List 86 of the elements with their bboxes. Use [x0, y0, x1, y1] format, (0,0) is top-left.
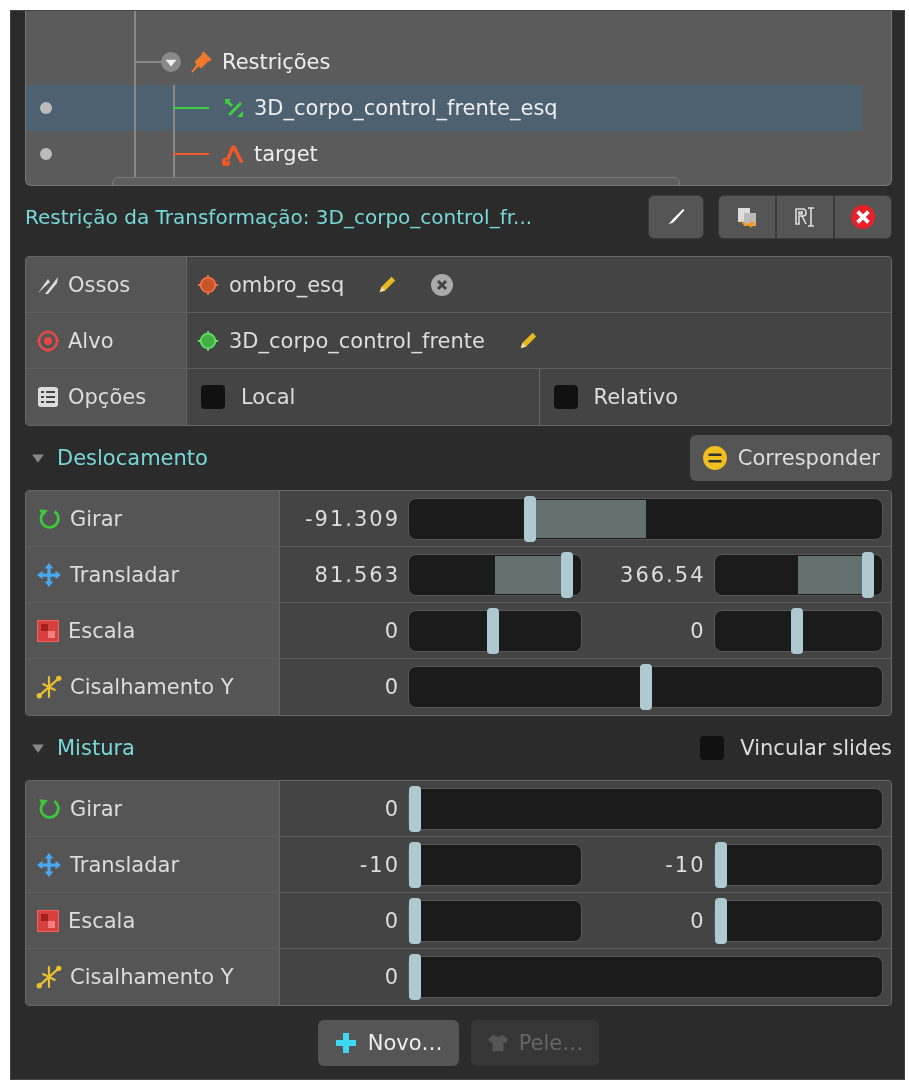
- slider-thumb[interactable]: [714, 841, 727, 888]
- slider[interactable]: [713, 899, 883, 942]
- slider[interactable]: [713, 553, 883, 596]
- target-icon: [36, 328, 60, 353]
- slider-thumb[interactable]: [487, 607, 500, 654]
- copy-button[interactable]: [718, 195, 776, 239]
- target-name: 3D_corpo_control_frente: [229, 328, 485, 353]
- constraint-title: Restrição da Transformação: 3D_corpo_control_fr...: [25, 205, 534, 229]
- transform-constraint-icon: [222, 96, 246, 120]
- row-label: Escala: [68, 908, 136, 933]
- new-button[interactable]: Novo…: [317, 1020, 459, 1066]
- value-field[interactable]: -10: [581, 852, 714, 877]
- move-icon: [36, 561, 62, 588]
- checkbox-label[interactable]: Relativo: [593, 385, 679, 409]
- slider-thumb[interactable]: [409, 954, 421, 1000]
- bone-target-icon: [197, 273, 219, 296]
- list-icon: [36, 385, 60, 409]
- value-field[interactable]: 0: [280, 618, 408, 643]
- close-icon: [850, 204, 876, 230]
- slider[interactable]: [408, 843, 582, 886]
- value-field[interactable]: -91.309: [280, 506, 408, 531]
- equals-icon: [701, 445, 728, 471]
- checkbox[interactable]: [553, 385, 578, 409]
- value-field[interactable]: 0: [280, 675, 408, 699]
- match-button[interactable]: Corresponder: [689, 435, 892, 481]
- value-field[interactable]: 0: [280, 796, 408, 821]
- value-field[interactable]: -10: [280, 852, 408, 877]
- slider[interactable]: [408, 666, 883, 708]
- slider[interactable]: [408, 497, 883, 540]
- checkbox[interactable]: [700, 736, 725, 760]
- slider-thumb[interactable]: [862, 551, 875, 598]
- row-label: Cisalhamento Y: [70, 965, 234, 989]
- slider-thumb[interactable]: [714, 897, 727, 944]
- row-label: Ossos: [68, 272, 131, 297]
- visibility-dot-icon[interactable]: [40, 102, 52, 114]
- slider-thumb[interactable]: [790, 607, 803, 654]
- visibility-dot-icon[interactable]: [40, 148, 52, 160]
- row-label: Transladar: [70, 852, 180, 877]
- slider[interactable]: [408, 609, 582, 652]
- checkbox-label[interactable]: Local: [241, 385, 296, 409]
- value-field[interactable]: 0: [280, 908, 408, 933]
- slider[interactable]: [408, 956, 883, 998]
- pin-icon: [188, 49, 214, 75]
- slider[interactable]: [408, 553, 582, 596]
- checkbox[interactable]: [201, 385, 225, 409]
- rename-button[interactable]: [776, 195, 834, 239]
- value-field[interactable]: 0: [280, 965, 408, 989]
- move-icon: [36, 851, 62, 878]
- slider[interactable]: [408, 899, 582, 942]
- value-field[interactable]: 81.563: [280, 562, 408, 587]
- scale-icon: [36, 618, 60, 643]
- section-title[interactable]: Mistura: [57, 736, 135, 760]
- tree-item-label[interactable]: Restrições: [222, 50, 331, 74]
- bone-target-icon: [197, 329, 219, 352]
- shirt-icon: [486, 1032, 509, 1054]
- row-label: Girar: [70, 796, 123, 821]
- slider-thumb[interactable]: [409, 897, 421, 944]
- row-label: Alvo: [68, 328, 114, 353]
- row-label: Girar: [70, 506, 123, 531]
- row-label: Transladar: [70, 562, 180, 587]
- slider-thumb[interactable]: [409, 785, 421, 832]
- row-label: Opções: [68, 385, 147, 409]
- target-constraint-icon: [222, 142, 246, 166]
- slider[interactable]: [713, 843, 883, 886]
- checkbox-label[interactable]: Vincular slides: [740, 736, 892, 760]
- scale-icon: [36, 908, 60, 933]
- slider[interactable]: [408, 787, 883, 830]
- bone-name: ombro_esq: [229, 272, 345, 297]
- slider[interactable]: [713, 609, 883, 652]
- brush-button[interactable]: [648, 195, 704, 239]
- section-title[interactable]: Deslocamento: [57, 446, 208, 470]
- slider-thumb[interactable]: [524, 495, 537, 542]
- copy-icon: [735, 205, 759, 229]
- value-field[interactable]: 0: [581, 908, 714, 933]
- slider-thumb[interactable]: [409, 841, 421, 888]
- delete-button[interactable]: [834, 195, 892, 239]
- row-label: Escala: [68, 618, 136, 643]
- value-field[interactable]: 0: [581, 618, 714, 643]
- shear-icon: [36, 674, 62, 700]
- rename-icon: [793, 205, 817, 229]
- row-label: Cisalhamento Y: [70, 675, 234, 699]
- shear-icon: [36, 964, 62, 990]
- value-field[interactable]: 366.54: [581, 562, 714, 587]
- slider-thumb[interactable]: [639, 664, 652, 710]
- plus-icon: [333, 1031, 358, 1055]
- clear-icon[interactable]: [430, 272, 455, 297]
